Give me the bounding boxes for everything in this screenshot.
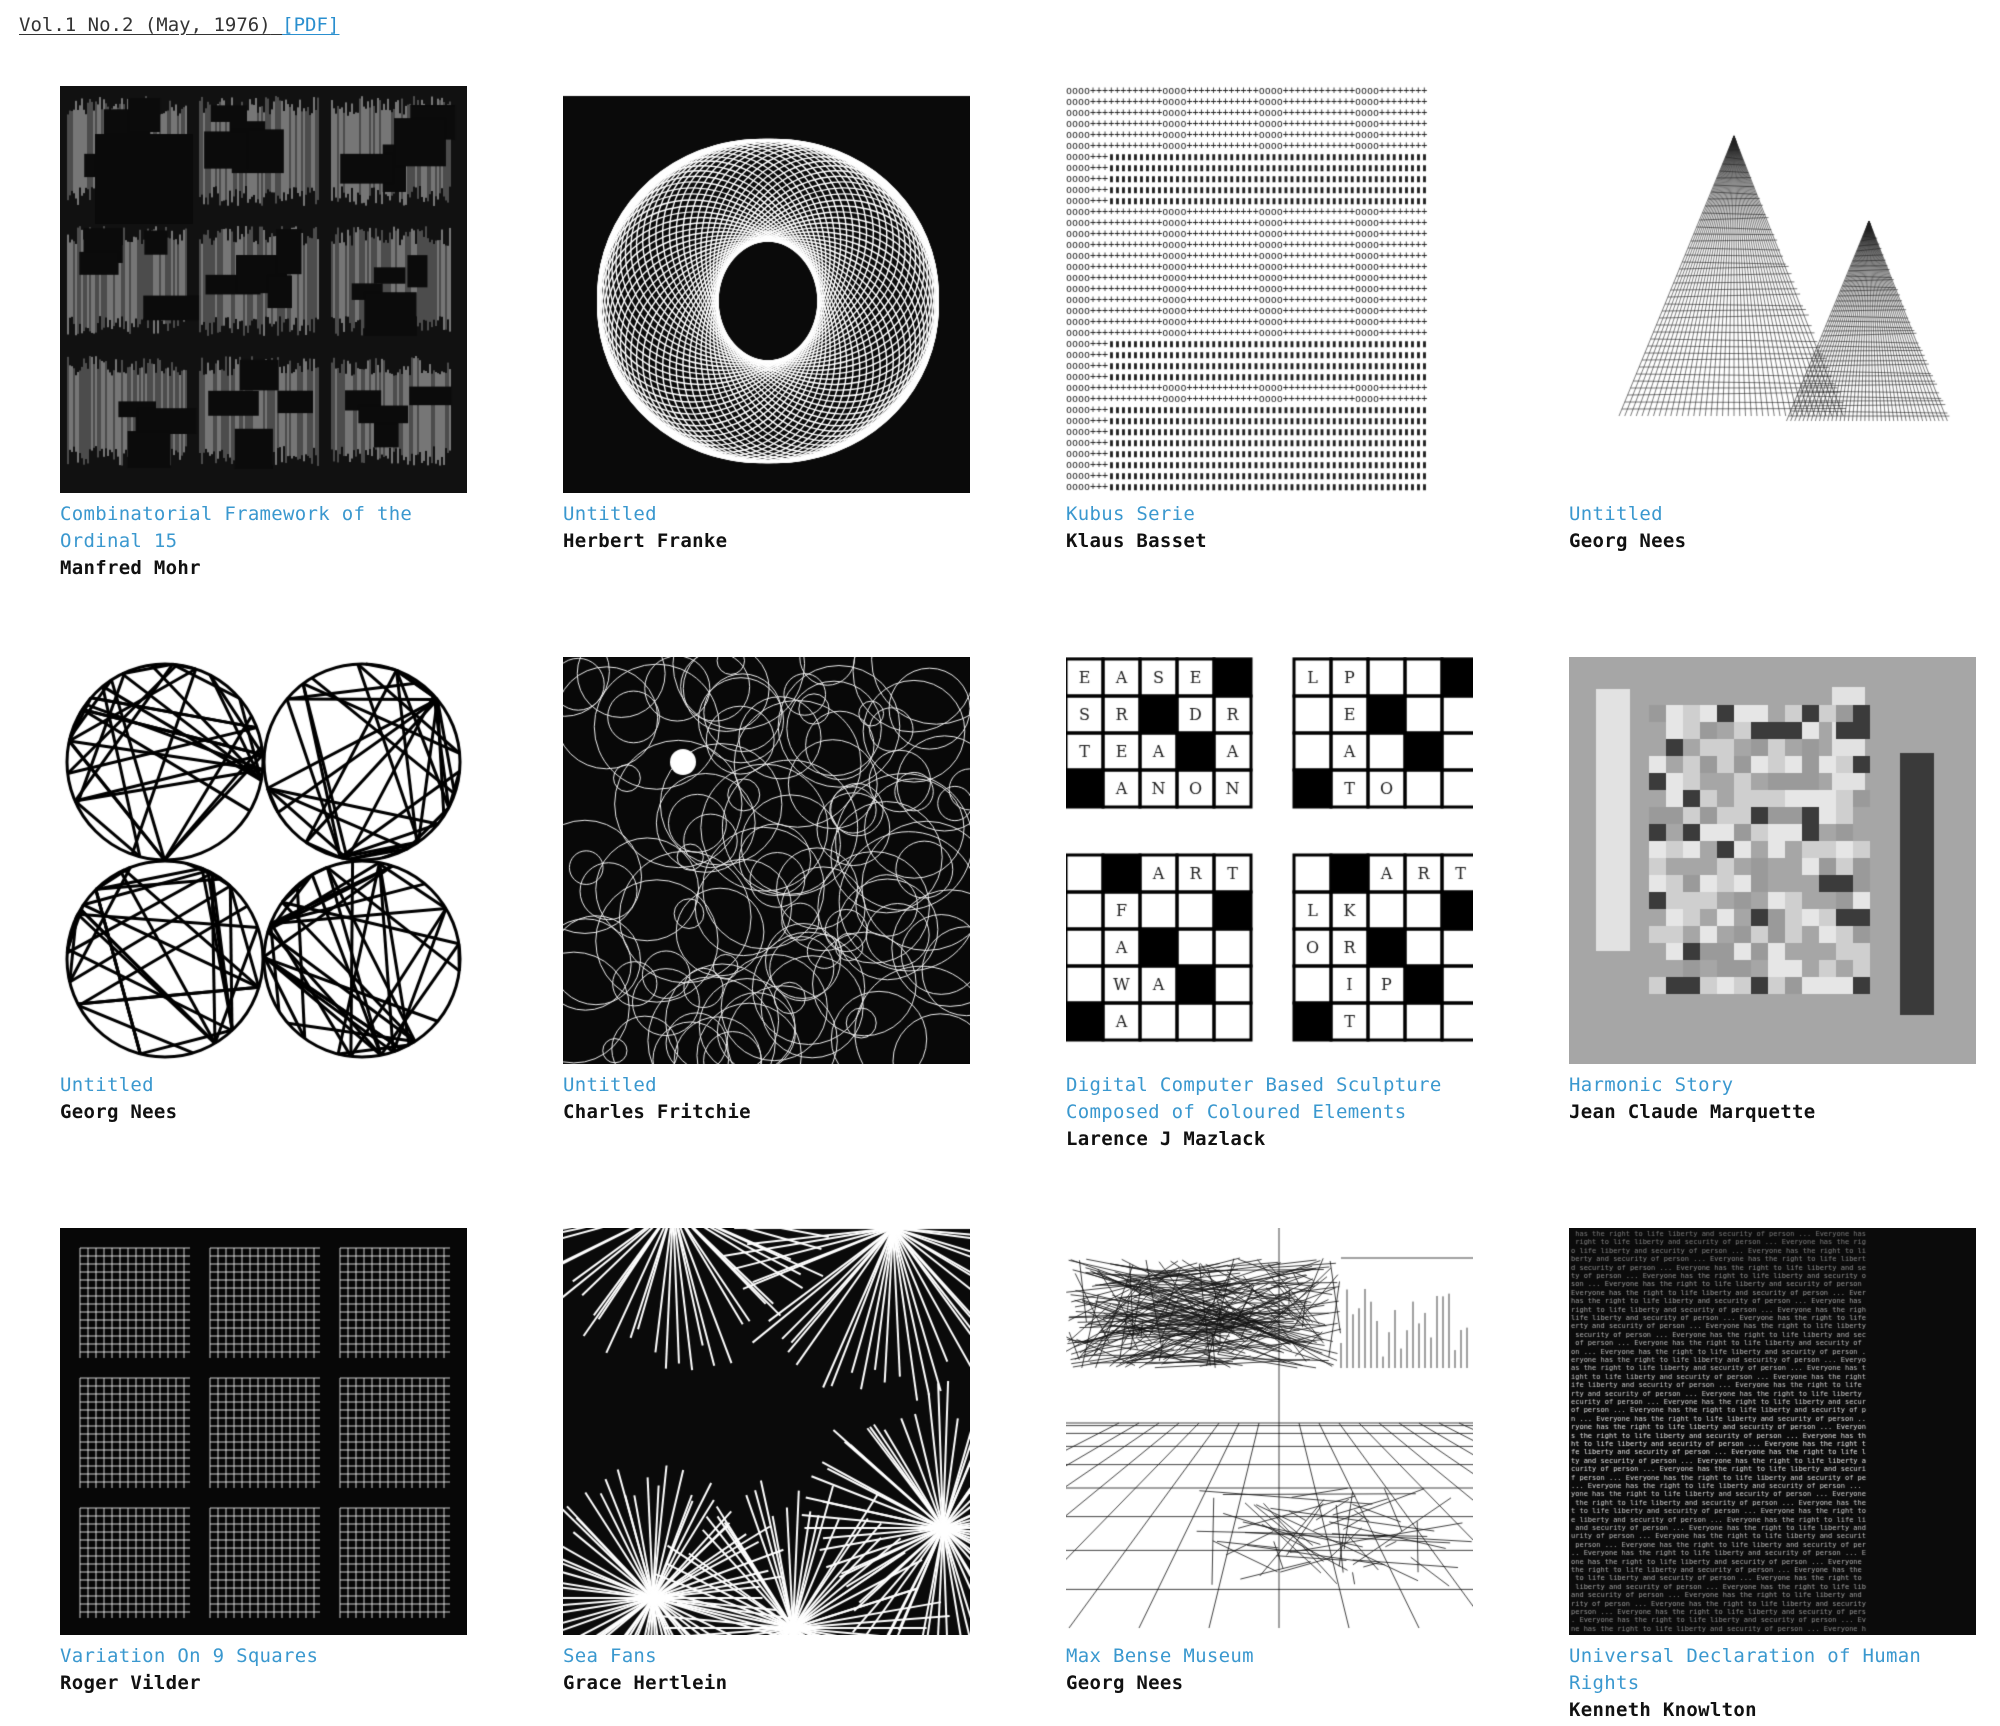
artwork-canvas (1569, 657, 1976, 1064)
artwork-title-link[interactable]: Untitled (563, 1072, 973, 1099)
artwork-image[interactable] (1569, 1228, 1976, 1635)
artwork-author: Larence J Mazlack (1066, 1128, 1266, 1150)
artwork-author: Grace Hertlein (563, 1672, 728, 1694)
artwork-card: Max Bense Museum Georg Nees (1066, 1228, 1476, 1697)
artwork-author: Manfred Mohr (60, 557, 201, 579)
artwork-canvas (60, 1228, 467, 1635)
artwork-card: Untitled Charles Fritchie (563, 657, 973, 1126)
artwork-author: Jean Claude Marquette (1569, 1101, 1816, 1123)
artwork-image[interactable] (563, 86, 970, 493)
artwork-title-link[interactable]: Untitled (60, 1072, 470, 1099)
artwork-card: Harmonic Story Jean Claude Marquette (1569, 657, 1979, 1126)
artwork-title-link[interactable]: Kubus Serie (1066, 501, 1476, 528)
artwork-image[interactable] (1066, 86, 1473, 493)
artwork-title-link[interactable]: Harmonic Story (1569, 1072, 1979, 1099)
artwork-card: Untitled Herbert Franke (563, 86, 973, 555)
artwork-canvas (563, 657, 970, 1064)
artwork-card: Universal Declaration of Human Rights Ken… (1569, 1228, 1979, 1724)
artwork-canvas (60, 657, 467, 1064)
artwork-image[interactable] (1569, 657, 1976, 1064)
artwork-card: Untitled Georg Nees (1569, 86, 1979, 555)
artwork-author: Klaus Basset (1066, 530, 1207, 552)
issue-label[interactable]: Vol.1 No.2 (May, 1976) (19, 14, 271, 36)
artwork-author: Kenneth Knowlton (1569, 1699, 1757, 1721)
artwork-card: Sea Fans Grace Hertlein (563, 1228, 973, 1697)
artwork-author: Georg Nees (1066, 1672, 1184, 1694)
artwork-canvas (563, 86, 970, 493)
artwork-title-link[interactable]: Variation On 9 Squares (60, 1643, 470, 1670)
artwork-author: Herbert Franke (563, 530, 728, 552)
artwork-image[interactable] (60, 1228, 467, 1635)
artwork-image[interactable] (60, 86, 467, 493)
artwork-author: Charles Fritchie (563, 1101, 751, 1123)
artwork-title-link[interactable]: Max Bense Museum (1066, 1643, 1476, 1670)
artwork-title-link[interactable]: Untitled (563, 501, 973, 528)
artwork-author: Roger Vilder (60, 1672, 201, 1694)
artwork-title-link[interactable]: Combinatorial Framework of the Ordinal 1… (60, 501, 470, 555)
artwork-title-link[interactable]: Digital Computer Based Sculpture Compose… (1066, 1072, 1466, 1126)
artwork-author: Georg Nees (1569, 530, 1687, 552)
artwork-image[interactable] (563, 1228, 970, 1635)
artwork-canvas (563, 1228, 970, 1635)
artwork-canvas (60, 86, 467, 493)
artwork-card: Digital Computer Based Sculpture Compose… (1066, 657, 1476, 1153)
artwork-image[interactable] (60, 657, 467, 1064)
artwork-canvas (1569, 1228, 1976, 1635)
artwork-card: Variation On 9 Squares Roger Vilder (60, 1228, 470, 1697)
artwork-canvas (1066, 657, 1473, 1064)
artwork-title-link[interactable]: Sea Fans (563, 1643, 973, 1670)
artwork-image[interactable] (563, 657, 970, 1064)
artwork-title-link[interactable]: Universal Declaration of Human Rights (1569, 1643, 1979, 1697)
artwork-image[interactable] (1569, 86, 1976, 493)
artwork-author: Georg Nees (60, 1101, 178, 1123)
artwork-canvas (1066, 1228, 1473, 1635)
artwork-image[interactable] (1066, 1228, 1473, 1635)
artwork-image[interactable] (1066, 657, 1473, 1064)
artwork-canvas (1066, 86, 1473, 493)
artwork-canvas (1569, 86, 1976, 493)
artwork-card: Kubus Serie Klaus Basset (1066, 86, 1476, 555)
artwork-card: Combinatorial Framework of the Ordinal 1… (60, 86, 470, 582)
artwork-title-link[interactable]: Untitled (1569, 501, 1979, 528)
artwork-card: Untitled Georg Nees (60, 657, 470, 1126)
pdf-link[interactable]: [PDF] (282, 14, 339, 36)
issue-header: Vol.1 No.2 (May, 1976) [PDF] (19, 12, 339, 38)
